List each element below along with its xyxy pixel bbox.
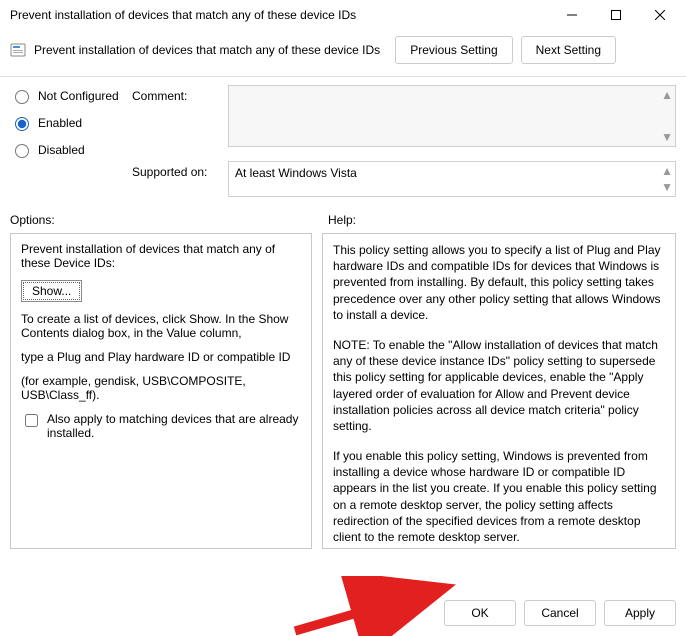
- scroll-indicator: ▲▼: [661, 88, 673, 144]
- cancel-button[interactable]: Cancel: [524, 600, 596, 626]
- also-apply-label: Also apply to matching devices that are …: [47, 412, 301, 440]
- radio-disabled-label: Disabled: [38, 143, 85, 157]
- apply-button[interactable]: Apply: [604, 600, 676, 626]
- close-button[interactable]: [638, 1, 682, 29]
- show-button[interactable]: Show...: [21, 280, 82, 302]
- radio-not-configured[interactable]: Not Configured: [10, 87, 120, 104]
- annotation-arrow-icon: [290, 576, 460, 636]
- radio-not-configured-label: Not Configured: [38, 89, 119, 103]
- scroll-indicator: ▲▼: [661, 164, 673, 194]
- next-setting-button[interactable]: Next Setting: [521, 36, 616, 64]
- radio-disabled[interactable]: Disabled: [10, 141, 120, 158]
- radio-enabled-input[interactable]: [15, 117, 29, 131]
- supported-on-text: At least Windows Vista: [235, 166, 357, 180]
- comment-label: Comment:: [132, 85, 228, 103]
- options-label: Options:: [10, 213, 312, 227]
- help-paragraph-2: NOTE: To enable the "Allow installation …: [333, 337, 665, 434]
- options-instruction-3: (for example, gendisk, USB\COMPOSITE, US…: [21, 374, 301, 402]
- footer-buttons: OK Cancel Apply: [444, 600, 676, 626]
- maximize-button[interactable]: [594, 1, 638, 29]
- help-paragraph-3: If you enable this policy setting, Windo…: [333, 448, 665, 545]
- ok-button[interactable]: OK: [444, 600, 516, 626]
- options-instruction-2: type a Plug and Play hardware ID or comp…: [21, 350, 301, 364]
- titlebar: Prevent installation of devices that mat…: [0, 0, 686, 30]
- previous-setting-button[interactable]: Previous Setting: [395, 36, 512, 64]
- minimize-button[interactable]: [550, 1, 594, 29]
- options-pane: Prevent installation of devices that mat…: [10, 233, 312, 549]
- options-instruction-1: To create a list of devices, click Show.…: [21, 312, 301, 340]
- header-subtitle: Prevent installation of devices that mat…: [34, 43, 387, 57]
- help-label: Help:: [328, 213, 356, 227]
- policy-icon: [10, 42, 26, 58]
- supported-on-value: At least Windows Vista ▲▼: [228, 161, 676, 197]
- radio-enabled[interactable]: Enabled: [10, 114, 120, 131]
- supported-on-label: Supported on:: [132, 161, 228, 179]
- help-paragraph-1: This policy setting allows you to specif…: [333, 242, 665, 323]
- radio-disabled-input[interactable]: [15, 144, 29, 158]
- radio-not-configured-input[interactable]: [15, 90, 29, 104]
- header-row: Prevent installation of devices that mat…: [0, 30, 686, 77]
- comment-textarea[interactable]: ▲▼: [228, 85, 676, 147]
- window-title: Prevent installation of devices that mat…: [8, 8, 550, 22]
- also-apply-checkbox[interactable]: [25, 414, 38, 427]
- options-heading: Prevent installation of devices that mat…: [21, 242, 301, 270]
- radio-enabled-label: Enabled: [38, 116, 82, 130]
- help-pane: This policy setting allows you to specif…: [322, 233, 676, 549]
